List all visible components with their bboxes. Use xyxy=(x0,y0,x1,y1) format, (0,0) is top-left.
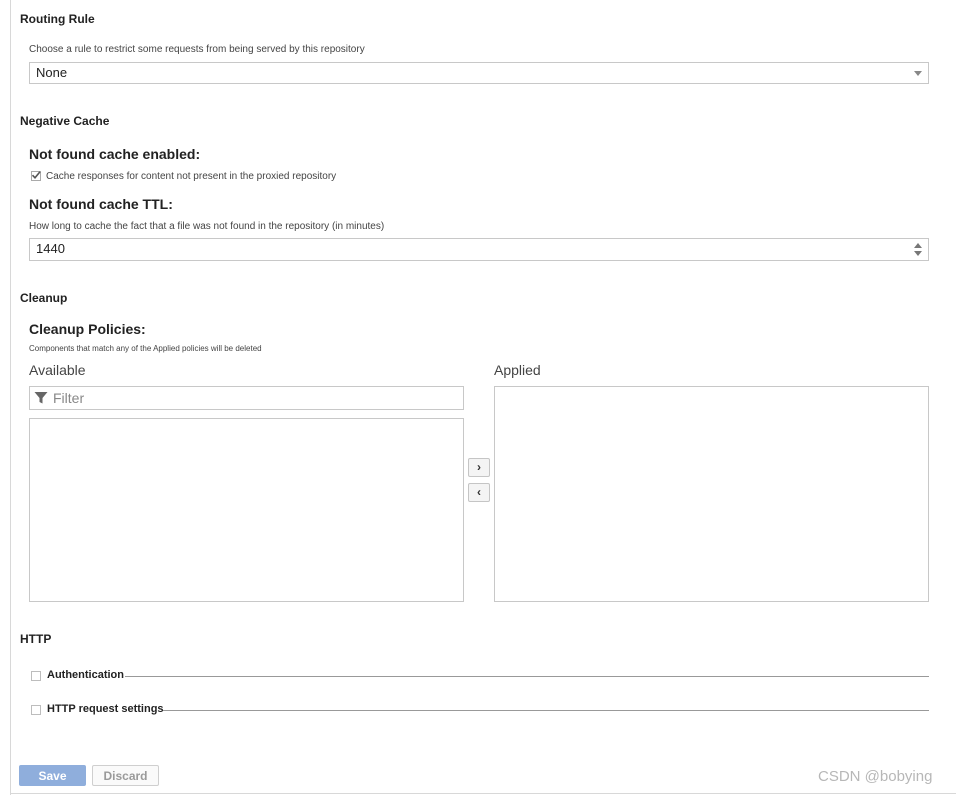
not-found-cache-ttl-label: Not found cache TTL: xyxy=(29,196,173,212)
not-found-cache-enabled-label: Not found cache enabled: xyxy=(29,146,201,162)
move-left-button[interactable]: ‹ xyxy=(468,483,490,502)
not-found-cache-checkbox-label: Cache responses for content not present … xyxy=(46,171,337,182)
number-stepper[interactable] xyxy=(914,243,922,257)
filter-icon xyxy=(34,392,48,404)
available-policies-list[interactable] xyxy=(29,418,464,602)
authentication-divider xyxy=(125,676,929,677)
http-request-settings-divider xyxy=(163,710,929,711)
authentication-label[interactable]: Authentication xyxy=(47,669,124,681)
http-request-settings-checkbox[interactable] xyxy=(31,705,41,715)
not-found-cache-checkbox[interactable] xyxy=(31,171,41,181)
not-found-cache-ttl-help: How long to cache the fact that a file w… xyxy=(29,221,385,232)
watermark: CSDN @bobying xyxy=(818,768,933,785)
cleanup-title: Cleanup xyxy=(20,291,68,305)
discard-button[interactable]: Discard xyxy=(92,765,159,786)
http-title: HTTP xyxy=(20,632,52,646)
available-label: Available xyxy=(29,362,86,378)
chevron-left-icon: ‹ xyxy=(477,485,481,499)
applied-label: Applied xyxy=(494,362,541,378)
ttl-value: 1440 xyxy=(36,241,65,256)
stepper-down-icon[interactable] xyxy=(914,251,922,256)
stepper-up-icon[interactable] xyxy=(914,243,922,248)
http-request-settings-label[interactable]: HTTP request settings xyxy=(47,703,164,715)
save-button[interactable]: Save xyxy=(19,765,86,786)
routing-rule-selected-value: None xyxy=(36,65,68,80)
routing-rule-help: Choose a rule to restrict some requests … xyxy=(29,44,365,55)
routing-rule-title: Routing Rule xyxy=(20,12,95,26)
routing-rule-select[interactable]: None xyxy=(29,62,929,84)
left-border xyxy=(10,0,11,795)
cleanup-policies-label: Cleanup Policies: xyxy=(29,321,146,337)
chevron-down-icon xyxy=(914,71,922,76)
cleanup-policies-help: Components that match any of the Applied… xyxy=(29,344,262,353)
move-right-button[interactable]: › xyxy=(468,458,490,477)
not-found-cache-ttl-input[interactable]: 1440 xyxy=(29,238,929,261)
filter-placeholder: Filter xyxy=(53,390,85,406)
bottom-border xyxy=(10,793,956,794)
negative-cache-title: Negative Cache xyxy=(20,114,110,128)
applied-policies-list[interactable] xyxy=(494,386,929,602)
filter-input[interactable]: Filter xyxy=(29,386,464,410)
check-icon xyxy=(31,171,41,179)
authentication-checkbox[interactable] xyxy=(31,671,41,681)
chevron-right-icon: › xyxy=(477,460,481,474)
